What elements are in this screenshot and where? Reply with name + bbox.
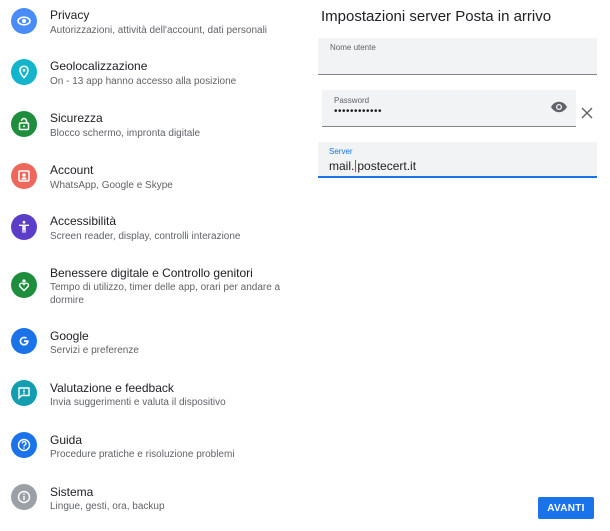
- settings-item-benessere-digitale[interactable]: Benessere digitale e Controllo genitori …: [0, 260, 300, 326]
- settings-item-subtitle: On - 13 app hanno accesso alla posizione: [50, 76, 237, 87]
- settings-item-subtitle: Autorizzazioni, attività dell'account, d…: [50, 25, 268, 36]
- wellbeing-heart-icon: [11, 272, 37, 298]
- settings-item-accessibilita[interactable]: Accessibilità Screen reader, display, co…: [0, 208, 300, 260]
- show-password-eye-icon[interactable]: [550, 100, 568, 114]
- password-field[interactable]: Password ••••••••••••: [322, 90, 576, 127]
- settings-item-subtitle: Screen reader, display, controlli intera…: [50, 231, 241, 242]
- server-value-after-cursor: postecert.it: [357, 159, 417, 173]
- settings-item-account[interactable]: Account WhatsApp, Google e Skype: [0, 156, 300, 208]
- incoming-server-settings: Impostazioni server Posta in arrivo Nome…: [318, 0, 610, 531]
- settings-item-sicurezza[interactable]: Sicurezza Blocco schermo, impronta digit…: [0, 104, 300, 156]
- settings-item-title: Sicurezza: [50, 111, 103, 125]
- server-label: Server: [329, 147, 353, 156]
- settings-item-title: Google: [50, 329, 89, 343]
- server-field[interactable]: Server mail. postecert.it: [318, 142, 597, 178]
- settings-item-title: Benessere digitale e Controllo genitori: [50, 266, 253, 280]
- next-button[interactable]: AVANTI: [538, 497, 594, 519]
- close-icon[interactable]: [581, 106, 593, 119]
- settings-item-title: Sistema: [50, 485, 94, 499]
- settings-item-title: Valutazione e feedback: [50, 381, 174, 395]
- info-icon: [11, 484, 37, 510]
- settings-item-subtitle: Tempo di utilizzo, timer delle app, orar…: [50, 282, 281, 306]
- settings-item-google[interactable]: Google Servizi e preferenze: [0, 326, 300, 378]
- feedback-icon: [11, 380, 37, 406]
- accessibility-icon: [11, 214, 37, 240]
- settings-item-title: Accessibilità: [50, 214, 117, 228]
- settings-item-subtitle: Procedure pratiche e risoluzione problem…: [50, 449, 235, 460]
- help-icon: [11, 432, 37, 458]
- settings-item-guida[interactable]: Guida Procedure pratiche e risoluzione p…: [0, 430, 300, 482]
- location-pin-icon: [11, 59, 37, 85]
- password-label: Password: [334, 96, 370, 105]
- settings-item-title: Account: [50, 163, 94, 177]
- settings-item-subtitle: Servizi e preferenze: [50, 345, 139, 356]
- account-box-icon: [11, 163, 37, 189]
- settings-item-title: Privacy: [50, 8, 90, 22]
- google-g-icon: [11, 328, 37, 354]
- settings-item-subtitle: Blocco schermo, impronta digitale: [50, 128, 201, 139]
- settings-list: Privacy Autorizzazioni, attività dell'ac…: [0, 0, 300, 531]
- settings-item-title: Guida: [50, 433, 83, 447]
- server-value: mail. postecert.it: [329, 159, 416, 173]
- settings-item-sistema[interactable]: Sistema Lingue, gesti, ora, backup: [0, 482, 300, 531]
- username-field[interactable]: Nome utente: [318, 38, 597, 75]
- username-label: Nome utente: [330, 43, 376, 52]
- settings-item-subtitle: WhatsApp, Google e Skype: [50, 180, 173, 191]
- privacy-eye-icon: [11, 8, 37, 34]
- settings-item-title: Geolocalizzazione: [50, 59, 148, 73]
- settings-item-privacy[interactable]: Privacy Autorizzazioni, attività dell'ac…: [0, 0, 300, 52]
- page-title: Impostazioni server Posta in arrivo: [321, 8, 552, 25]
- settings-item-geolocalizzazione[interactable]: Geolocalizzazione On - 13 app hanno acce…: [0, 52, 300, 104]
- password-value: ••••••••••••: [334, 106, 383, 117]
- settings-item-subtitle: Invia suggerimenti e valuta il dispositi…: [50, 397, 226, 408]
- settings-item-valutazione-feedback[interactable]: Valutazione e feedback Invia suggeriment…: [0, 378, 300, 430]
- settings-item-subtitle: Lingue, gesti, ora, backup: [50, 501, 165, 512]
- server-value-before-cursor: mail.: [329, 159, 355, 173]
- lock-open-icon: [11, 111, 37, 137]
